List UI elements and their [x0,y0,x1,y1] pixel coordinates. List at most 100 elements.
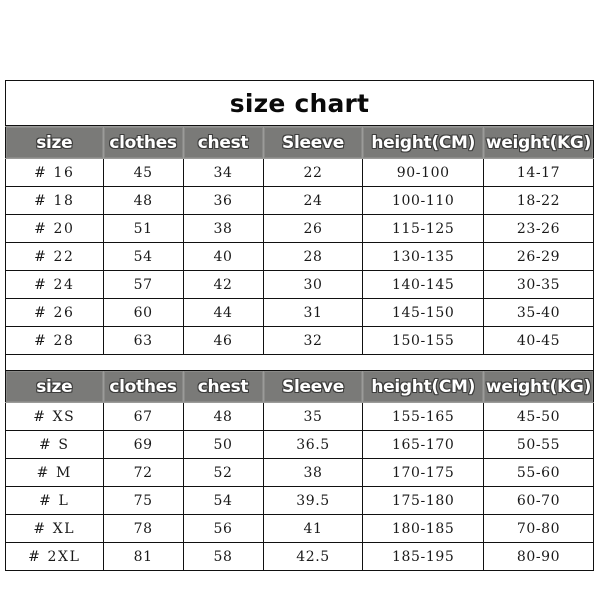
cell-weight-kg: 35-40 [482,298,595,327]
cell-clothes: 72 [102,458,184,487]
column-header-height-cm: height(CM) [362,126,484,159]
cell-chest: 40 [182,242,264,271]
table-row: # 28 63 46 32 150-155 40-45 [5,326,595,355]
cell-size: # XL [5,514,104,543]
cell-size: # 16 [5,158,104,187]
cell-sleeve: 28 [262,242,364,271]
cell-chest: 48 [182,402,264,431]
cell-chest: 34 [182,158,264,187]
cell-size: # XS [5,402,104,431]
cell-sleeve: 30 [262,270,364,299]
cell-chest: 54 [182,486,264,515]
cell-height-cm: 170-175 [362,458,484,487]
cell-weight-kg: 30-35 [482,270,595,299]
cell-weight-kg: 26-29 [482,242,595,271]
cell-chest: 52 [182,458,264,487]
cell-weight-kg: 70-80 [482,514,595,543]
column-header-size: size [5,370,104,403]
cell-weight-kg: 55-60 [482,458,595,487]
size-chart-body: size chart [5,80,594,126]
table-row: # S 69 50 36.5 165-170 50-55 [5,430,595,459]
table-row: # M 72 52 38 170-175 55-60 [5,458,595,487]
cell-weight-kg: 40-45 [482,326,595,355]
cell-chest: 38 [182,214,264,243]
cell-clothes: 60 [102,298,184,327]
cell-clothes: 45 [102,158,184,187]
cell-sleeve: 36.5 [262,430,364,459]
cell-clothes: 69 [102,430,184,459]
column-header-height-cm: height(CM) [362,370,484,403]
cell-clothes: 78 [102,514,184,543]
table-row: # 24 57 42 30 140-145 30-35 [5,270,595,299]
size-chart-rows: size clothes chest Sleeve height(CM) weight(K… [5,126,595,571]
cell-chest: 46 [182,326,264,355]
cell-height-cm: 150-155 [362,326,484,355]
cell-sleeve: 24 [262,186,364,215]
cell-sleeve: 22 [262,158,364,187]
cell-sleeve: 31 [262,298,364,327]
cell-size: # M [5,458,104,487]
cell-clothes: 63 [102,326,184,355]
cell-weight-kg: 14-17 [482,158,595,187]
cell-clothes: 54 [102,242,184,271]
column-header-chest: chest [182,370,264,403]
cell-chest: 58 [182,542,264,571]
cell-sleeve: 38 [262,458,364,487]
cell-height-cm: 165-170 [362,430,484,459]
cell-clothes: 75 [102,486,184,515]
cell-sleeve: 41 [262,514,364,543]
cell-weight-kg: 50-55 [482,430,595,459]
size-chart-table: size chart [5,80,594,126]
cell-clothes: 48 [102,186,184,215]
cell-chest: 56 [182,514,264,543]
cell-size: # 28 [5,326,104,355]
cell-clothes: 57 [102,270,184,299]
cell-chest: 44 [182,298,264,327]
cell-size: # L [5,486,104,515]
cell-size: # S [5,430,104,459]
table-row: # 16 45 34 22 90-100 14-17 [5,158,595,187]
table-row: # 20 51 38 26 115-125 23-26 [5,214,595,243]
size-chart-data-tables: size clothes chest Sleeve height(CM) weight(K… [5,126,595,571]
cell-weight-kg: 18-22 [482,186,595,215]
cell-size: # 18 [5,186,104,215]
cell-weight-kg: 23-26 [482,214,595,243]
table-header-row: size clothes chest Sleeve height(CM) weight(K… [5,126,595,159]
cell-clothes: 51 [102,214,184,243]
cell-sleeve: 39.5 [262,486,364,515]
cell-height-cm: 155-165 [362,402,484,431]
column-header-size: size [5,126,104,159]
table-spacer-cell [5,354,594,371]
cell-size: # 22 [5,242,104,271]
cell-clothes: 81 [102,542,184,571]
table-spacer-row [5,354,594,371]
tables-host: size clothes chest Sleeve height(CM) weight(K… [5,126,595,571]
table-row: # XL 78 56 41 180-185 70-80 [5,514,595,543]
cell-chest: 42 [182,270,264,299]
table-row: # 2XL 81 58 42.5 185-195 80-90 [5,542,595,571]
table-row: # 26 60 44 31 145-150 35-40 [5,298,595,327]
cell-chest: 36 [182,186,264,215]
cell-height-cm: 115-125 [362,214,484,243]
cell-size: # 20 [5,214,104,243]
cell-weight-kg: 60-70 [482,486,595,515]
cell-chest: 50 [182,430,264,459]
column-header-weight-kg: weight(KG) [482,126,595,159]
cell-height-cm: 100-110 [362,186,484,215]
cell-weight-kg: 45-50 [482,402,595,431]
column-header-sleeve: Sleeve [262,126,364,159]
cell-clothes: 67 [102,402,184,431]
cell-height-cm: 140-145 [362,270,484,299]
cell-weight-kg: 80-90 [482,542,595,571]
cell-size: # 26 [5,298,104,327]
table-row: # XS 67 48 35 155-165 45-50 [5,402,595,431]
column-header-weight-kg: weight(KG) [482,370,595,403]
table-row: # L 75 54 39.5 175-180 60-70 [5,486,595,515]
cell-height-cm: 90-100 [362,158,484,187]
page-title: size chart [5,80,594,126]
table-header-row: size clothes chest Sleeve height(CM) weight(K… [5,370,595,403]
cell-height-cm: 130-135 [362,242,484,271]
column-header-sleeve: Sleeve [262,370,364,403]
cell-sleeve: 32 [262,326,364,355]
cell-size: # 24 [5,270,104,299]
